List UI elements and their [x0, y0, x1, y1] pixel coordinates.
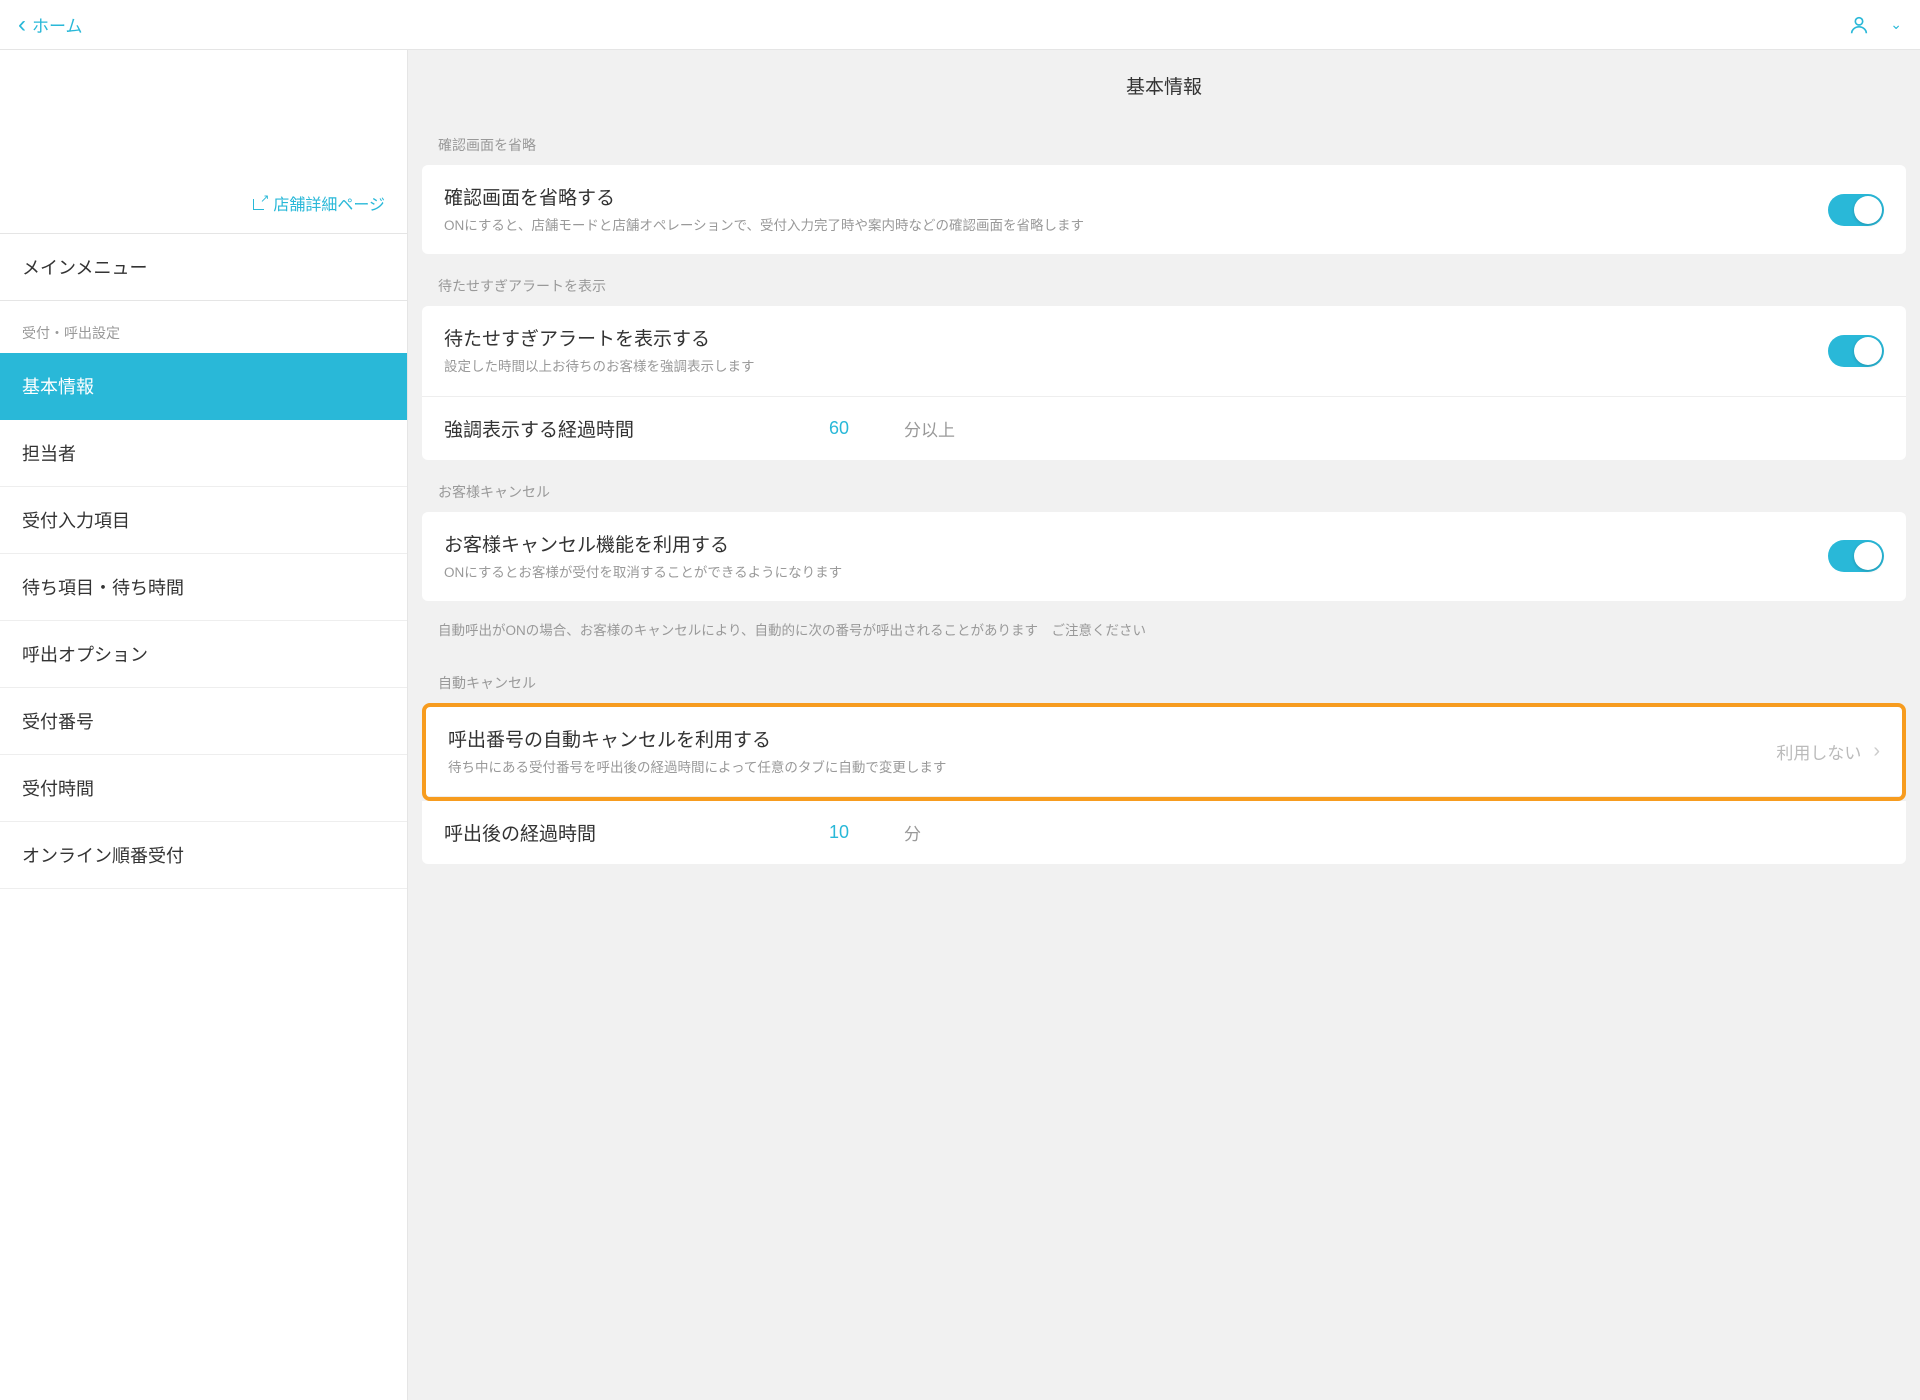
header-right: ⌄ — [1848, 14, 1902, 36]
chevron-down-icon[interactable]: ⌄ — [1890, 16, 1902, 33]
sidebar-top: 店舗詳細ページ — [0, 50, 407, 234]
sidebar: 店舗詳細ページ メインメニュー 受付・呼出設定 基本情報 担当者 受付入力項目 … — [0, 50, 408, 1400]
card-skip-confirm: 確認画面を省略する ONにすると、店舗モードと店舗オペレーションで、受付入力完了… — [422, 165, 1906, 254]
auto-cancel-select-value[interactable]: 利用しない › — [1776, 739, 1880, 764]
sidebar-item-call-options[interactable]: 呼出オプション — [0, 621, 407, 688]
wait-alert-desc: 設定した時間以上お待ちのお客様を強調表示します — [444, 357, 1828, 377]
auto-cancel-desc: 待ち中にある受付番号を呼出後の経過時間によって任意のタブに自動で変更します — [448, 758, 1776, 778]
sidebar-item-wait-items[interactable]: 待ち項目・待ち時間 — [0, 554, 407, 621]
sidebar-section-label: 受付・呼出設定 — [0, 301, 407, 353]
auto-cancel-title: 呼出番号の自動キャンセルを利用する — [448, 725, 1776, 752]
wait-alert-time-label: 強調表示する経過時間 — [444, 415, 804, 442]
customer-cancel-toggle[interactable] — [1828, 540, 1884, 572]
card-wait-alert: 待たせすぎアラートを表示する 設定した時間以上お待ちのお客様を強調表示します 強… — [422, 306, 1906, 459]
chevron-right-icon: › — [1873, 740, 1880, 763]
app-header: ‹ ホーム ⌄ — [0, 0, 1920, 50]
auto-cancel-time-row[interactable]: 呼出後の経過時間 10 分 — [422, 801, 1906, 864]
page-title: 基本情報 — [408, 50, 1920, 121]
back-label: ホーム — [32, 12, 83, 37]
store-link-label: 店舗詳細ページ — [273, 191, 385, 215]
wait-alert-time-row[interactable]: 強調表示する経過時間 60 分以上 — [422, 397, 1906, 460]
sidebar-item-online-queue[interactable]: オンライン順番受付 — [0, 822, 407, 889]
auto-cancel-time-value: 10 — [804, 822, 874, 843]
wait-alert-toggle[interactable] — [1828, 335, 1884, 367]
auto-cancel-value-text: 利用しない — [1776, 739, 1861, 764]
sidebar-item-staff[interactable]: 担当者 — [0, 420, 407, 487]
content-area: 基本情報 確認画面を省略 確認画面を省略する ONにすると、店舗モードと店舗オペ… — [408, 50, 1920, 1400]
wait-alert-time-unit: 分以上 — [904, 416, 955, 441]
back-button[interactable]: ‹ ホーム — [18, 11, 83, 39]
main-menu-header[interactable]: メインメニュー — [0, 234, 407, 301]
external-link-icon — [253, 196, 267, 210]
auto-cancel-time-label: 呼出後の経過時間 — [444, 819, 804, 846]
sidebar-item-input-fields[interactable]: 受付入力項目 — [0, 487, 407, 554]
customer-cancel-desc: ONにするとお客様が受付を取消することができるようになります — [444, 563, 1828, 583]
group-label-customer-cancel: お客様キャンセル — [408, 468, 1920, 512]
card-customer-cancel: お客様キャンセル機能を利用する ONにするとお客様が受付を取消することができるよ… — [422, 512, 1906, 601]
group-label-auto-cancel: 自動キャンセル — [408, 659, 1920, 703]
auto-cancel-select-row[interactable]: 呼出番号の自動キャンセルを利用する 待ち中にある受付番号を呼出後の経過時間によっ… — [426, 707, 1902, 797]
store-detail-link[interactable]: 店舗詳細ページ — [253, 191, 385, 215]
skip-confirm-desc: ONにすると、店舗モードと店舗オペレーションで、受付入力完了時や案内時などの確認… — [444, 216, 1828, 236]
wait-alert-title: 待たせすぎアラートを表示する — [444, 324, 1828, 351]
customer-cancel-title: お客様キャンセル機能を利用する — [444, 530, 1828, 557]
auto-cancel-time-unit: 分 — [904, 820, 921, 845]
group-label-skip-confirm: 確認画面を省略 — [408, 121, 1920, 165]
customer-cancel-note: 自動呼出がONの場合、お客様のキャンセルにより、自動的に次の番号が呼出されること… — [408, 609, 1920, 659]
card-auto-cancel-highlighted: 呼出番号の自動キャンセルを利用する 待ち中にある受付番号を呼出後の経過時間によっ… — [422, 703, 1906, 801]
group-label-wait-alert: 待たせすぎアラートを表示 — [408, 262, 1920, 306]
skip-confirm-title: 確認画面を省略する — [444, 183, 1828, 210]
wait-alert-time-value: 60 — [804, 418, 874, 439]
chevron-left-icon: ‹ — [18, 11, 26, 39]
sidebar-item-reception-time[interactable]: 受付時間 — [0, 755, 407, 822]
sidebar-item-ticket-number[interactable]: 受付番号 — [0, 688, 407, 755]
sidebar-item-basic-info[interactable]: 基本情報 — [0, 353, 407, 420]
user-icon[interactable] — [1848, 14, 1870, 36]
skip-confirm-toggle[interactable] — [1828, 194, 1884, 226]
